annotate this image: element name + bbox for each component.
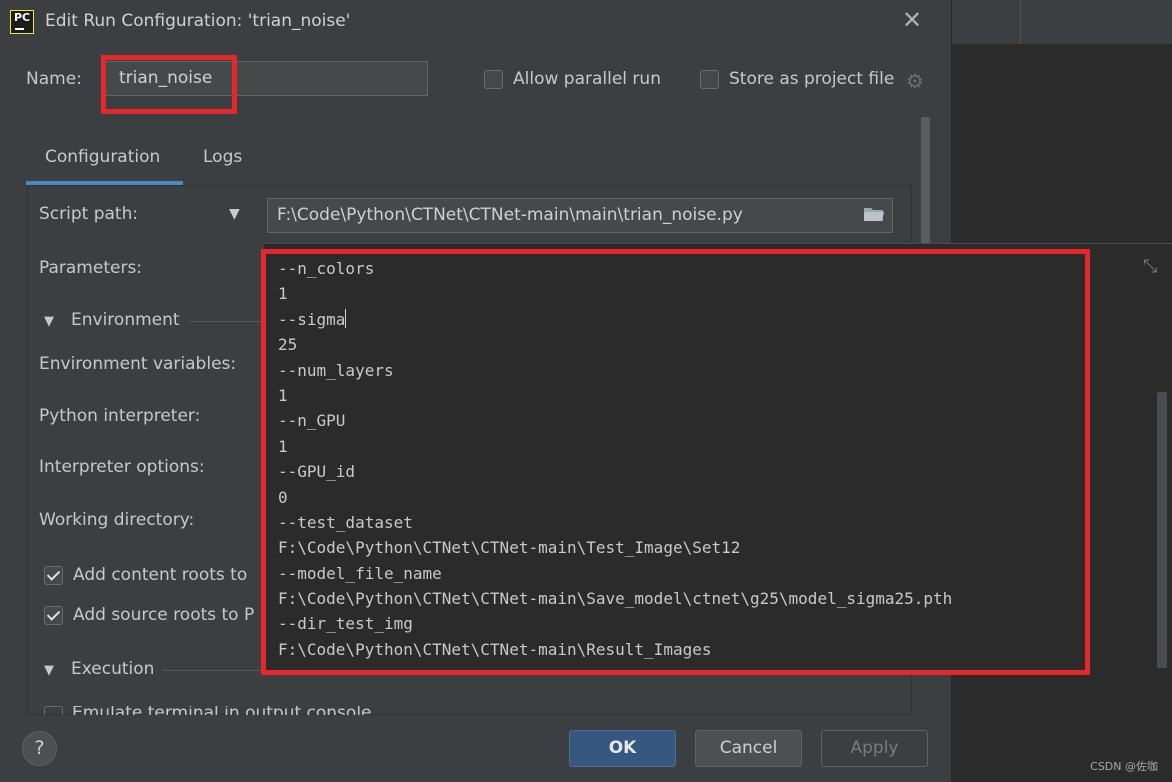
collapse-icon[interactable]: ⤡	[1143, 256, 1157, 277]
environment-divider	[189, 321, 261, 322]
pycharm-logo-icon: PC	[10, 10, 34, 34]
parameters-highlight-box	[261, 249, 1090, 675]
script-path-label: Script path:	[39, 204, 139, 224]
store-as-project-file-label: Store as project file	[729, 69, 895, 89]
allow-parallel-run-checkbox[interactable]	[484, 70, 503, 89]
partial-option-label: Emulate terminal in output console	[72, 706, 372, 715]
script-path-input[interactable]: F:\Code\Python\CTNet\CTNet-main\main\tri…	[267, 198, 893, 233]
partial-option-checkbox[interactable]	[44, 706, 63, 715]
cancel-button[interactable]: Cancel	[695, 730, 802, 767]
execution-divider	[163, 670, 261, 671]
python-interpreter-label: Python interpreter:	[39, 406, 201, 426]
environment-variables-label: Environment variables:	[39, 354, 237, 374]
partially-visible-option: Emulate terminal in output console	[44, 706, 374, 715]
popup-scrollbar[interactable]	[1157, 392, 1167, 668]
ide-toolbar	[952, 0, 1172, 44]
folder-icon[interactable]	[863, 206, 885, 222]
ide-divider	[1020, 0, 1021, 44]
tab-logs[interactable]: Logs	[203, 147, 242, 167]
interpreter-options-label: Interpreter options:	[39, 457, 205, 477]
parameters-label: Parameters:	[39, 258, 143, 278]
store-as-project-file-checkbox[interactable]	[700, 70, 719, 89]
help-button[interactable]: ?	[22, 731, 57, 766]
environment-collapse-icon[interactable]: ▼	[44, 314, 54, 329]
ok-button[interactable]: OK	[569, 730, 676, 767]
working-directory-label: Working directory:	[39, 510, 195, 530]
close-icon[interactable]: ✕	[902, 6, 922, 34]
apply-button[interactable]: Apply	[821, 730, 928, 767]
dialog-title-bar: PC Edit Run Configuration: 'trian_noise'…	[0, 0, 952, 46]
add-source-roots-checkbox[interactable]	[44, 606, 63, 625]
name-highlight-box	[101, 55, 237, 114]
script-type-dropdown-icon[interactable]: ▼	[229, 206, 240, 222]
gear-icon[interactable]: ⚙	[906, 69, 924, 93]
dialog-title: Edit Run Configuration: 'trian_noise'	[45, 11, 351, 31]
add-content-roots-label: Add content roots to	[73, 565, 248, 585]
allow-parallel-run-label: Allow parallel run	[513, 69, 661, 89]
name-label: Name:	[26, 69, 82, 89]
tab-configuration[interactable]: Configuration	[45, 147, 160, 167]
environment-section-title: Environment	[71, 310, 180, 330]
watermark: CSDN @佐咖	[1090, 760, 1158, 773]
add-source-roots-label: Add source roots to P	[73, 605, 255, 625]
execution-section-title: Execution	[71, 659, 155, 679]
execution-collapse-icon[interactable]: ▼	[44, 663, 54, 678]
add-content-roots-checkbox[interactable]	[44, 566, 63, 585]
